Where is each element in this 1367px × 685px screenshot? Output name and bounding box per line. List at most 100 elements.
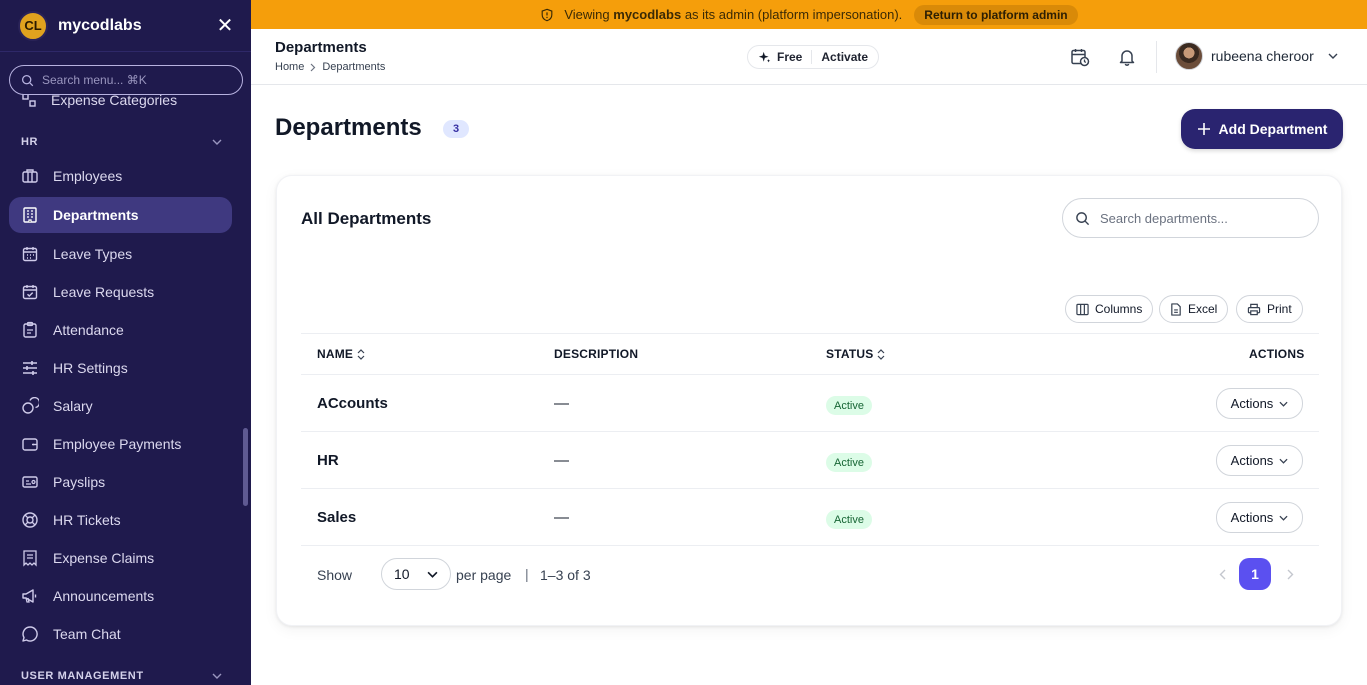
sidebar-scrollbar[interactable]	[243, 428, 248, 506]
sidebar-item-hr-tickets[interactable]: HR Tickets	[9, 502, 232, 538]
sidebar-item-attendance[interactable]: Attendance	[9, 312, 232, 348]
breadcrumb-current: Departments	[322, 61, 386, 73]
sidebar-item-employees[interactable]: Employees	[9, 158, 232, 194]
department-description: —	[554, 452, 569, 469]
table-header: NAME DESCRIPTION STATUS ACTIONS	[301, 333, 1319, 375]
status-badge: Active	[826, 510, 872, 529]
sort-icon	[877, 348, 885, 360]
departments-card: All Departments Columns Excel Print NAME…	[276, 175, 1342, 626]
column-header-label: DESCRIPTION	[554, 347, 639, 361]
actions-label: Actions	[1230, 453, 1274, 468]
chevron-left-icon	[1219, 569, 1225, 579]
sidebar-item-departments[interactable]: Departments	[9, 197, 232, 233]
search-icon	[1076, 211, 1090, 225]
sidebar-item-team-chat[interactable]: Team Chat	[9, 616, 232, 652]
chat-icon	[22, 626, 38, 642]
close-sidebar-icon[interactable]: ✕	[213, 13, 237, 38]
actions-label: Actions	[1230, 396, 1274, 411]
department-description: —	[554, 395, 569, 412]
sidebar-item-salary[interactable]: Salary	[9, 388, 232, 424]
show-label: Show	[317, 567, 353, 583]
sidebar-item-announcements[interactable]: Announcements	[9, 578, 232, 614]
printer-icon	[1247, 303, 1261, 315]
bell-icon[interactable]	[1115, 45, 1139, 69]
print-label: Print	[1267, 302, 1292, 316]
column-description-header: DESCRIPTION	[554, 347, 638, 361]
search-icon	[21, 74, 34, 86]
section-hr[interactable]: HR	[21, 136, 222, 148]
column-header-label: ACTIONS	[1249, 347, 1305, 361]
chevron-right-icon	[1287, 569, 1293, 579]
lifebuoy-icon	[22, 512, 38, 528]
sidebar-item-leave-requests[interactable]: Leave Requests	[9, 274, 232, 310]
chevron-down-icon	[212, 139, 222, 145]
column-actions-header: ACTIONS	[1249, 347, 1304, 361]
sidebar-header: CL mycodlabs ✕	[0, 0, 251, 52]
wallet-icon	[22, 438, 38, 451]
table-row: HR — Active Actions	[301, 432, 1319, 489]
sidebar-item-employee-payments[interactable]: Employee Payments	[9, 426, 232, 462]
column-status-header[interactable]: STATUS	[826, 347, 885, 361]
sidebar-search[interactable]: Search menu... ⌘K	[9, 65, 243, 95]
sidebar-item-payslips[interactable]: Payslips	[9, 464, 232, 500]
search-input[interactable]	[1100, 210, 1300, 226]
sidebar-item-hr-settings[interactable]: HR Settings	[9, 350, 232, 386]
columns-icon	[1076, 303, 1089, 315]
sidebar-item-label: HR Tickets	[53, 512, 121, 528]
calendar-clock-icon[interactable]	[1068, 45, 1092, 69]
sliders-icon	[23, 361, 37, 375]
column-header-label: NAME	[317, 347, 354, 361]
columns-button[interactable]: Columns	[1065, 295, 1154, 323]
table-footer: Show 10 per page | 1–3 of 3 1	[301, 546, 1319, 602]
chevron-down-icon	[1328, 53, 1338, 59]
sidebar-item-expense-claims[interactable]: Expense Claims	[9, 540, 232, 576]
sidebar-item-label: Expense Claims	[53, 550, 155, 566]
department-name: Sales	[317, 509, 357, 526]
sidebar-item-label: Payslips	[53, 474, 106, 490]
receipt-icon	[23, 550, 37, 567]
department-name: HR	[317, 452, 339, 469]
section-user-management[interactable]: USER MANAGEMENT	[21, 670, 222, 682]
print-button[interactable]: Print	[1236, 295, 1303, 323]
sparkle-icon	[758, 51, 771, 62]
page-button-current[interactable]: 1	[1239, 558, 1271, 590]
department-description: —	[554, 509, 569, 526]
calendar-check-icon	[22, 285, 38, 300]
brand-name: mycodlabs	[58, 16, 142, 34]
section-label: HR	[21, 136, 39, 148]
range-label: 1–3 of 3	[540, 567, 591, 583]
header-title: Departments	[275, 39, 367, 56]
sidebar-item-label: HR Settings	[53, 360, 128, 376]
sidebar-item-leave-types[interactable]: Leave Types	[9, 236, 232, 272]
breadcrumb: Home Departments	[275, 61, 385, 73]
row-actions-button[interactable]: Actions	[1216, 445, 1303, 476]
columns-label: Columns	[1095, 302, 1143, 316]
sidebar-item-label: Departments	[53, 207, 139, 223]
breadcrumb-home[interactable]: Home	[275, 61, 304, 73]
sidebar-item-label: Employee Payments	[53, 436, 182, 452]
per-page-select[interactable]: 10	[381, 558, 451, 590]
department-search[interactable]	[1062, 198, 1319, 238]
per-page-value: 10	[394, 566, 410, 582]
header-divider	[1156, 41, 1157, 73]
user-menu[interactable]: rubeena cheroor	[1175, 42, 1338, 70]
prev-page-button[interactable]	[1211, 563, 1233, 585]
row-actions-button[interactable]: Actions	[1216, 388, 1303, 419]
next-page-button[interactable]	[1279, 563, 1301, 585]
section-label: USER MANAGEMENT	[21, 670, 144, 682]
plan-pill[interactable]: Free Activate	[747, 45, 880, 69]
row-actions-button[interactable]: Actions	[1216, 502, 1303, 533]
return-to-admin-button[interactable]: Return to platform admin	[914, 4, 1078, 25]
excel-button[interactable]: Excel	[1159, 295, 1229, 323]
briefcase-icon	[22, 169, 38, 183]
table-row: Sales — Active Actions	[301, 489, 1319, 546]
column-name-header[interactable]: NAME	[317, 347, 365, 361]
footer-separator: |	[525, 566, 529, 582]
avatar	[1175, 42, 1203, 70]
chevron-down-icon	[427, 571, 438, 578]
activate-link[interactable]: Activate	[821, 50, 868, 64]
building-icon	[23, 207, 37, 223]
add-department-button[interactable]: Add Department	[1181, 109, 1343, 149]
sidebar-search-placeholder: Search menu... ⌘K	[42, 73, 147, 87]
table-row: ACcounts — Active Actions	[301, 375, 1319, 432]
